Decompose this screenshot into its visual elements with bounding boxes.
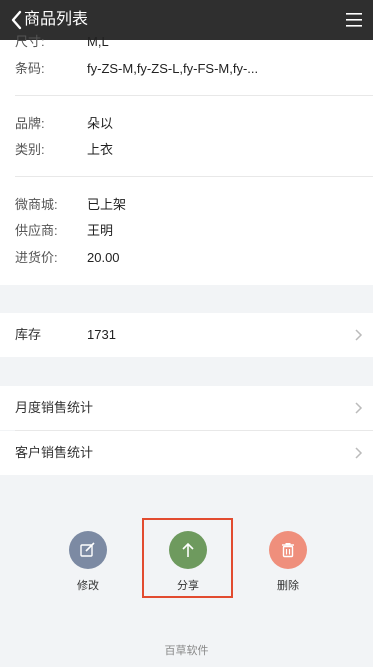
category-value: 上衣 [87, 142, 114, 157]
brand-value: 朵以 [87, 116, 114, 131]
customer-sales-stats-label: 客户销售统计 [15, 445, 94, 460]
chevron-right-icon [355, 402, 363, 414]
barcode-label: 条码: [15, 61, 45, 76]
barcode-value: fy-ZS-M,fy-ZS-L,fy-FS-M,fy-... [87, 61, 259, 76]
supplier-value: 王明 [87, 223, 114, 238]
purchase-price-value: 20.00 [87, 250, 120, 265]
stock-value: 1731 [87, 327, 116, 342]
stock-label: 库存 [15, 327, 42, 342]
micro-mall-value: 已上架 [87, 197, 127, 212]
chevron-right-icon [355, 329, 363, 341]
delete-label: 删除 [277, 580, 299, 592]
edit-label: 修改 [77, 580, 99, 592]
divider [15, 430, 373, 431]
size-label: 尺寸: [15, 34, 45, 49]
monthly-sales-stats-label: 月度销售统计 [15, 400, 94, 415]
top-navigation-bar: 商品列表 [0, 0, 373, 40]
divider [15, 176, 373, 177]
divider [15, 95, 373, 96]
share-highlight-box [142, 518, 233, 598]
brand-label: 品牌: [15, 116, 45, 131]
trash-icon [269, 531, 307, 569]
edit-icon [69, 531, 107, 569]
micro-mall-label: 微商城: [15, 197, 58, 212]
purchase-price-label: 进货价: [15, 250, 58, 265]
footer-brand: 百草软件 [164, 645, 209, 657]
category-label: 类别: [15, 142, 45, 157]
supplier-label: 供应商: [15, 223, 58, 238]
monthly-sales-stats-row[interactable]: 月度销售统计 [0, 386, 373, 430]
product-detail-card: 尺寸: M,L 条码: fy-ZS-M,fy-ZS-L,fy-FS-M,fy-.… [0, 34, 373, 285]
hamburger-menu-icon[interactable] [345, 10, 363, 30]
edit-button[interactable]: 修改 [58, 531, 118, 593]
delete-button[interactable]: 删除 [258, 531, 318, 593]
customer-sales-stats-row[interactable]: 客户销售统计 [0, 431, 373, 475]
chevron-right-icon [355, 447, 363, 459]
stock-row[interactable]: 库存 1731 [0, 313, 373, 357]
page-title: 商品列表 [24, 11, 89, 28]
size-value: M,L [87, 34, 109, 49]
